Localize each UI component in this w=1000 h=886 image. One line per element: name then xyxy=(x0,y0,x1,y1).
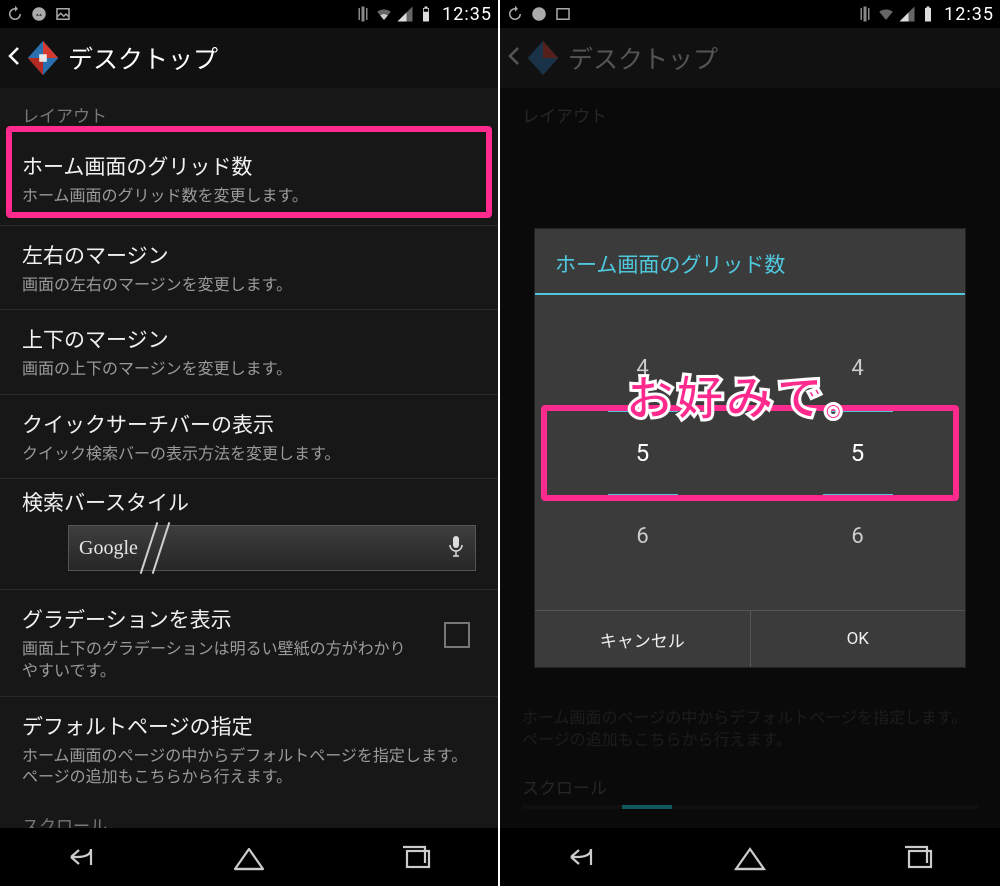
item-qsb[interactable]: クイックサーチバーの表示 クイック検索バーの表示方法を変更します。 xyxy=(0,395,498,480)
vibrate-icon xyxy=(856,5,874,23)
back-caret-icon[interactable] xyxy=(4,46,22,70)
chat-icon xyxy=(530,5,548,23)
picture-icon xyxy=(554,5,572,23)
phone-right: 12:35 デスクトップ レイアウト ホーム画面のページの中からデフォルトページ… xyxy=(500,0,1000,886)
picker-value[interactable]: 6 xyxy=(823,496,893,578)
nav-home-icon[interactable] xyxy=(224,840,274,874)
action-bar: デスクトップ xyxy=(500,28,1000,88)
search-bar-preview: Google xyxy=(68,525,476,571)
status-clock: 12:35 xyxy=(944,4,994,25)
section-scroll-header: スクロール xyxy=(0,802,498,828)
rows-picker[interactable]: 4 5 6 xyxy=(535,295,750,610)
item-vmargin[interactable]: 上下のマージン 画面の上下のマージンを変更します。 xyxy=(0,310,498,395)
cols-picker[interactable]: 4 5 6 xyxy=(750,295,965,610)
picker-value[interactable]: 4 xyxy=(823,328,893,410)
sync-icon xyxy=(6,5,24,23)
item-grid-sub: ホーム画面のグリッド数を変更します。 xyxy=(22,185,476,207)
item-grid[interactable]: ホーム画面のグリッド数 ホーム画面のグリッド数を変更します。 xyxy=(0,133,498,226)
actionbar-title: デスクトップ xyxy=(568,40,718,76)
picker-value[interactable]: 6 xyxy=(608,496,678,578)
picker-area: お好みで。 4 5 6 4 5 6 xyxy=(535,295,965,610)
dialog-overlay[interactable]: ホーム画面のグリッド数 お好みで。 4 5 6 4 5 6 xyxy=(500,88,1000,828)
nav-back-icon[interactable] xyxy=(558,840,608,874)
gradation-checkbox[interactable] xyxy=(444,622,470,648)
item-search-style[interactable]: 検索バースタイル Google xyxy=(0,479,498,590)
back-caret-icon xyxy=(504,46,522,70)
nav-back-icon[interactable] xyxy=(58,840,108,874)
actionbar-title: デスクトップ xyxy=(68,40,218,76)
ok-button[interactable]: OK xyxy=(750,611,966,667)
picture-icon xyxy=(54,5,72,23)
picker-selected[interactable]: 5 xyxy=(823,410,893,496)
status-bar: 12:35 xyxy=(0,0,498,28)
signal-icon xyxy=(898,5,916,23)
phone-left: 12:35 デスクトップ レイアウト ホーム画面のグリッド数 ホーム画面のグリッ… xyxy=(0,0,500,886)
action-bar[interactable]: デスクトップ xyxy=(0,28,498,88)
battery-icon xyxy=(919,5,937,23)
item-gradation[interactable]: グラデーションを表示 画面上下のグラデーションは明るい壁紙の方がわかりやすいです… xyxy=(0,590,498,696)
nav-home-icon[interactable] xyxy=(725,840,775,874)
nova-logo-icon xyxy=(524,39,562,77)
battery-icon xyxy=(417,5,435,23)
item-grid-title: ホーム画面のグリッド数 xyxy=(22,151,476,181)
section-layout-header: レイアウト xyxy=(0,88,498,133)
dialog-title: ホーム画面のグリッド数 xyxy=(535,229,965,295)
picker-value[interactable]: 4 xyxy=(608,328,678,410)
signal-icon xyxy=(396,5,414,23)
cancel-button[interactable]: キャンセル xyxy=(535,611,750,667)
status-clock: 12:35 xyxy=(442,4,492,25)
grid-picker-dialog: ホーム画面のグリッド数 お好みで。 4 5 6 4 5 6 xyxy=(534,228,966,668)
nav-recent-icon[interactable] xyxy=(892,840,942,874)
item-default-page[interactable]: デフォルトページの指定 ホーム画面のページの中からデフォルトページを指定します。… xyxy=(0,697,498,802)
nav-recent-icon[interactable] xyxy=(390,840,440,874)
dialog-buttons: キャンセル OK xyxy=(535,610,965,667)
vibrate-icon xyxy=(354,5,372,23)
wifi-icon xyxy=(375,5,393,23)
nova-logo-icon xyxy=(24,39,62,77)
wifi-icon xyxy=(877,5,895,23)
mic-icon xyxy=(449,535,463,561)
nav-bar xyxy=(0,828,498,886)
chat-icon xyxy=(30,5,48,23)
google-label: Google xyxy=(69,537,138,560)
settings-list[interactable]: レイアウト ホーム画面のグリッド数 ホーム画面のグリッド数を変更します。 左右の… xyxy=(0,88,498,828)
picker-selected[interactable]: 5 xyxy=(608,410,678,496)
sync-icon xyxy=(506,5,524,23)
nav-bar xyxy=(500,828,1000,886)
item-hmargin[interactable]: 左右のマージン 画面の左右のマージンを変更します。 xyxy=(0,226,498,311)
status-bar: 12:35 xyxy=(500,0,1000,28)
